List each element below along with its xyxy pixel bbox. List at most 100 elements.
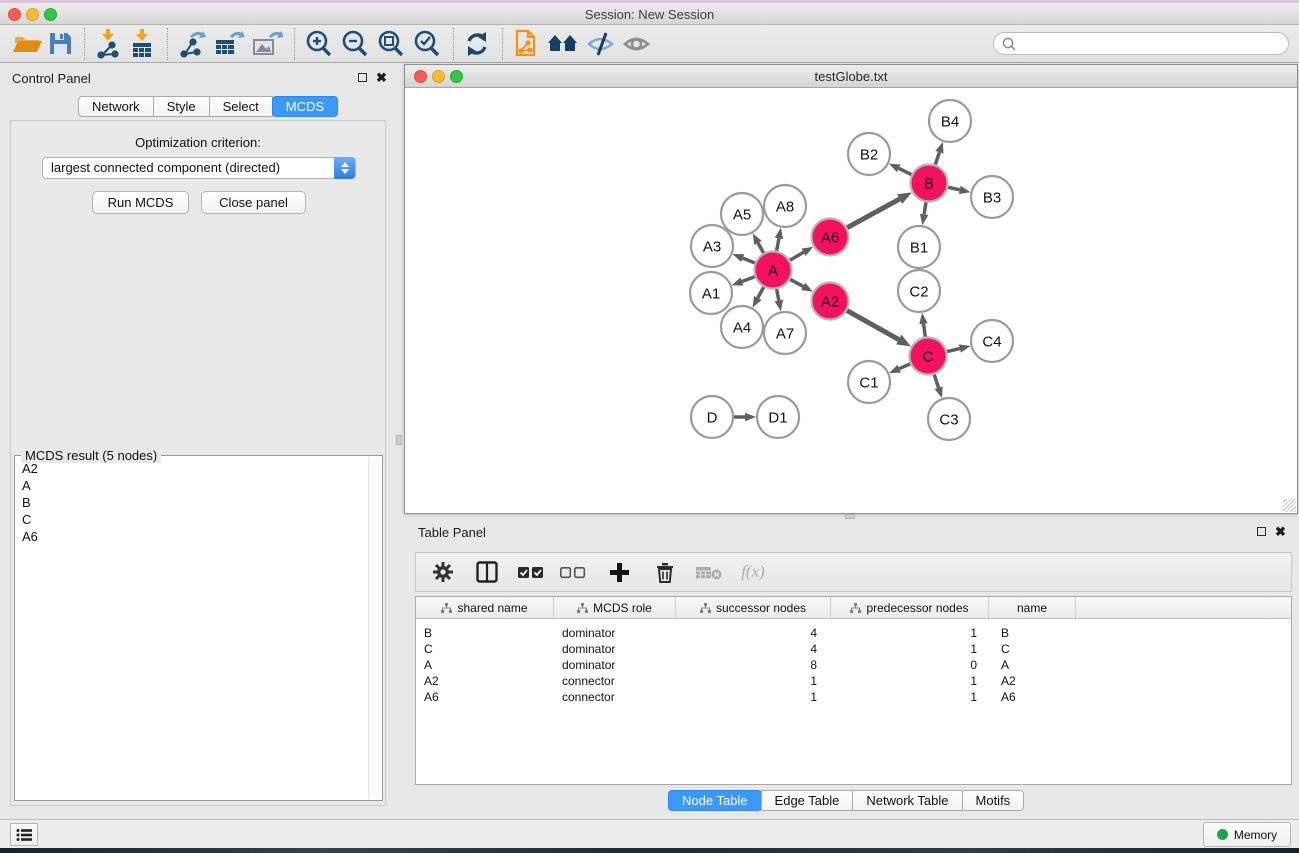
tab-node-table[interactable]: Node Table xyxy=(668,790,762,811)
graph-edge-C-C3[interactable] xyxy=(934,374,942,398)
tab-network[interactable]: Network xyxy=(78,96,154,117)
table-row[interactable]: A6connector11A6 xyxy=(416,689,1291,705)
tab-mcds[interactable]: MCDS xyxy=(272,96,338,117)
hide-details-button[interactable] xyxy=(586,27,616,61)
task-history-button[interactable] xyxy=(10,823,38,846)
graph-edge-B-B1[interactable] xyxy=(920,202,928,225)
table-cell[interactable]: B xyxy=(416,625,554,641)
refresh-button[interactable] xyxy=(463,27,491,61)
table-cell[interactable]: connector xyxy=(554,673,676,689)
graph-edge-A-A8[interactable] xyxy=(775,228,783,251)
memory-button[interactable]: Memory xyxy=(1203,822,1291,847)
table-row[interactable]: A2connector11A2 xyxy=(416,673,1291,689)
graph-node-B[interactable]: B xyxy=(911,165,948,202)
table-cell[interactable]: 1 xyxy=(831,673,989,689)
graph-node-C[interactable]: C xyxy=(910,338,947,375)
graph-node-D1[interactable]: D1 xyxy=(757,396,799,438)
column-header-name[interactable]: name xyxy=(989,597,1076,619)
graph-edge-A-A2[interactable] xyxy=(790,279,813,291)
table-cell[interactable]: B xyxy=(989,625,1076,641)
graph-node-B2[interactable]: B2 xyxy=(848,133,890,175)
table-row[interactable]: Bdominator41B xyxy=(416,625,1291,641)
search-input[interactable] xyxy=(1017,35,1288,53)
table-cell[interactable]: 0 xyxy=(831,657,989,673)
graph-edge-D-D1[interactable] xyxy=(734,413,756,422)
graph-node-D[interactable]: D xyxy=(691,396,733,438)
column-header-shared-name[interactable]: shared name xyxy=(416,597,554,619)
mcds-result-item[interactable]: C xyxy=(16,511,367,528)
tab-select[interactable]: Select xyxy=(209,96,273,117)
graph-edge-A-A3[interactable] xyxy=(732,254,754,263)
zoom-selected-button[interactable] xyxy=(412,27,442,61)
delete-row-button[interactable] xyxy=(648,555,682,589)
mcds-result-item[interactable]: A xyxy=(16,477,367,494)
graph-edge-B-B3[interactable] xyxy=(948,186,970,194)
graph-edge-A-A7[interactable] xyxy=(775,289,783,311)
graph-node-A8[interactable]: A8 xyxy=(764,185,806,227)
table-cell[interactable]: A xyxy=(416,657,554,673)
graph-edge-A6-B[interactable] xyxy=(847,192,912,227)
zoom-out-button[interactable] xyxy=(340,27,370,61)
graph-node-A4[interactable]: A4 xyxy=(721,306,763,348)
export-table-button[interactable] xyxy=(213,27,245,61)
vertical-split-handle[interactable] xyxy=(396,435,402,445)
graph-edge-C-C2[interactable] xyxy=(919,313,927,337)
select-all-columns-button[interactable] xyxy=(514,555,548,589)
graph-node-C3[interactable]: C3 xyxy=(928,398,970,440)
save-session-button[interactable] xyxy=(48,27,73,61)
mcds-result-item[interactable]: A6 xyxy=(16,528,367,545)
table-cell[interactable]: C xyxy=(989,641,1076,657)
table-cell[interactable]: 1 xyxy=(676,673,831,689)
graph-node-C1[interactable]: C1 xyxy=(848,361,890,403)
table-cell[interactable]: connector xyxy=(554,689,676,705)
table-row[interactable]: Cdominator41C xyxy=(416,641,1291,657)
horizontal-split-handle[interactable] xyxy=(845,514,855,519)
table-cell[interactable]: A xyxy=(989,657,1076,673)
table-cell[interactable]: dominator xyxy=(554,625,676,641)
run-mcds-button[interactable]: Run MCDS xyxy=(92,191,189,214)
graph-node-C4[interactable]: C4 xyxy=(971,320,1013,362)
graph-node-A6[interactable]: A6 xyxy=(812,219,849,256)
float-panel-icon[interactable] xyxy=(358,73,367,82)
zoom-in-button[interactable] xyxy=(304,27,334,61)
graph-node-B4[interactable]: B4 xyxy=(929,100,971,142)
table-cell[interactable]: dominator xyxy=(554,657,676,673)
table-cell[interactable]: 4 xyxy=(676,641,831,657)
float-table-panel-icon[interactable] xyxy=(1257,527,1266,536)
import-table-button[interactable] xyxy=(128,27,156,61)
export-network-button[interactable] xyxy=(177,27,207,61)
graph-node-B3[interactable]: B3 xyxy=(971,176,1013,218)
tab-motifs[interactable]: Motifs xyxy=(962,790,1025,811)
result-scrollbar[interactable] xyxy=(368,457,381,799)
column-header-successor-nodes[interactable]: successor nodes xyxy=(676,597,831,619)
graph-edge-C-C1[interactable] xyxy=(889,364,910,373)
import-network-button[interactable] xyxy=(94,27,122,61)
graph-node-A1[interactable]: A1 xyxy=(690,272,732,314)
graph-edge-A-A1[interactable] xyxy=(732,277,755,286)
graph-node-A2[interactable]: A2 xyxy=(812,283,849,320)
table-cell[interactable]: A2 xyxy=(989,673,1076,689)
graph-node-C2[interactable]: C2 xyxy=(898,270,940,312)
network-file-button[interactable] xyxy=(512,27,540,61)
delete-table-button[interactable] xyxy=(692,555,726,589)
table-cell[interactable]: 8 xyxy=(676,657,831,673)
graph-edge-B-B4[interactable] xyxy=(935,142,943,165)
mcds-result-item[interactable]: B xyxy=(16,494,367,511)
table-cell[interactable]: 1 xyxy=(831,689,989,705)
resize-grip-icon[interactable] xyxy=(1283,499,1296,512)
home-overview-button[interactable] xyxy=(546,27,580,61)
graph-node-A7[interactable]: A7 xyxy=(764,312,806,354)
graph-edge-B-B2[interactable] xyxy=(889,164,912,175)
show-details-button[interactable] xyxy=(622,27,652,61)
close-panel-icon[interactable]: ✖ xyxy=(376,73,387,82)
export-image-button[interactable] xyxy=(251,27,283,61)
graph-edge-A-A5[interactable] xyxy=(753,233,764,253)
tab-style[interactable]: Style xyxy=(153,96,210,117)
table-cell[interactable]: 1 xyxy=(831,625,989,641)
table-cell[interactable]: dominator xyxy=(554,641,676,657)
mcds-result-item[interactable]: A2 xyxy=(16,460,367,477)
graph-edge-A2-C[interactable] xyxy=(847,311,911,347)
close-panel-button[interactable]: Close panel xyxy=(201,191,306,214)
graph-node-B1[interactable]: B1 xyxy=(898,226,940,268)
graph-edge-C-C4[interactable] xyxy=(947,344,971,352)
